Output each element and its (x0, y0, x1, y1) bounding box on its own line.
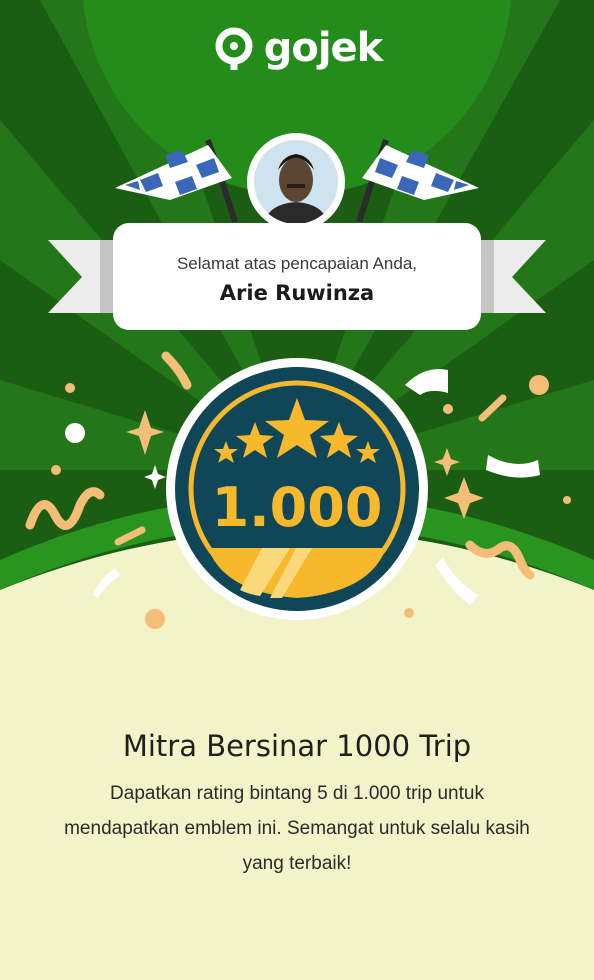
badge-count: 1.000 (212, 476, 383, 539)
greeting-card: Selamat atas pencapaian Anda, Arie Ruwin… (113, 223, 481, 330)
brand-name: gojek (263, 25, 384, 71)
gojek-logo-icon (215, 27, 253, 70)
achievement-title: Mitra Bersinar 1000 Trip (122, 729, 472, 763)
user-photo (254, 140, 338, 224)
achievement-description: Dapatkan rating bintang 5 di 1.000 trip … (64, 783, 530, 874)
gojek-logo: gojek (0, 24, 594, 72)
achievement-screen: 1.000 gojek Selamat atas pencapaian Anda… (0, 0, 594, 980)
greeting-text: Selamat atas pencapaian Anda, (176, 254, 418, 273)
avatar (247, 133, 345, 231)
driver-name: Arie Ruwinza (219, 281, 375, 305)
